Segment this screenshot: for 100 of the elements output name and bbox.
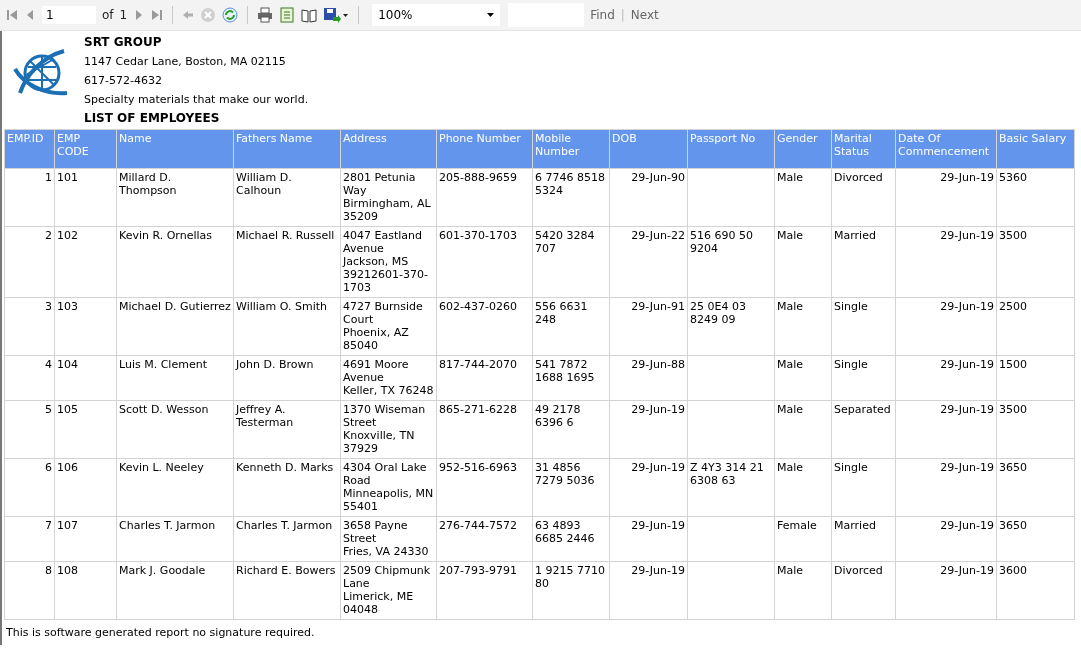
table-cell: 3 — [4, 297, 55, 356]
table-cell: 29-Jun-90 — [609, 168, 688, 227]
table-cell: 3500 — [996, 226, 1075, 298]
table-cell: 1500 — [996, 355, 1075, 401]
column-header: Gender — [774, 129, 832, 169]
table-cell: 7 — [4, 516, 55, 562]
separator-text: | — [620, 8, 625, 22]
table-cell: Male — [774, 355, 832, 401]
column-header: Address — [340, 129, 437, 169]
table-cell: 3650 — [996, 458, 1075, 517]
company-tagline: Specialty materials that make our world. — [84, 92, 309, 108]
table-cell: 601-370-1703 — [436, 226, 533, 298]
table-cell: Kenneth D. Marks — [233, 458, 341, 517]
column-header: Passport No — [687, 129, 775, 169]
first-page-icon[interactable] — [6, 9, 18, 21]
table-cell: 103 — [54, 297, 117, 356]
table-cell: 4047 Eastland Avenue Jackson, MS 39212601-370-1703 — [340, 226, 437, 298]
table-cell: 107 — [54, 516, 117, 562]
table-cell: Female — [774, 516, 832, 562]
table-cell: Single — [831, 355, 896, 401]
table-cell: 102 — [54, 226, 117, 298]
table-cell: 865-271-6228 — [436, 400, 533, 459]
table-cell: 29-Jun-19 — [895, 297, 997, 356]
table-cell: Kevin L. Neeley — [116, 458, 234, 517]
column-header: EMP CODE — [54, 129, 117, 169]
table-cell: 108 — [54, 561, 117, 620]
last-page-icon[interactable] — [151, 9, 164, 21]
column-header: DOB — [609, 129, 688, 169]
page-count: 1 — [119, 8, 128, 22]
table-cell: 3658 Payne Street Fries, VA 24330 — [340, 516, 437, 562]
stop-icon[interactable] — [200, 7, 217, 23]
table-cell: 4 — [4, 355, 55, 401]
table-cell: 29-Jun-19 — [895, 458, 997, 517]
company-name: SRT GROUP — [84, 34, 163, 51]
next-link[interactable]: Next — [630, 8, 659, 22]
table-cell: 29-Jun-19 — [895, 168, 997, 227]
table-cell: 29-Jun-19 — [609, 561, 688, 620]
table-cell: 29-Jun-19 — [895, 561, 997, 620]
table-cell: 49 2178 6396 6 — [532, 400, 610, 459]
table-cell: 4304 Oral Lake Road Minneapolis, MN 55401 — [340, 458, 437, 517]
open-book-icon[interactable] — [301, 7, 318, 23]
table-cell: Male — [774, 226, 832, 298]
table-cell: Male — [774, 168, 832, 227]
printer-icon[interactable] — [257, 7, 274, 23]
company-address: 1147 Cedar Lane, Boston, MA 02115 — [84, 54, 287, 70]
table-cell: 29-Jun-22 — [609, 226, 688, 298]
table-cell: Millard D. Thompson — [116, 168, 234, 227]
table-cell: Male — [774, 458, 832, 517]
table-cell: Male — [774, 400, 832, 459]
table-cell: 29-Jun-19 — [895, 355, 997, 401]
table-cell: 29-Jun-19 — [609, 516, 688, 562]
table-cell: Divorced — [831, 561, 896, 620]
table-cell: Single — [831, 458, 896, 517]
table-cell: Michael R. Russell — [233, 226, 341, 298]
table-cell: 31 4856 7279 5036 — [532, 458, 610, 517]
table-cell: 207-793-9791 — [436, 561, 533, 620]
table-cell: Male — [774, 561, 832, 620]
table-cell: 1370 Wiseman Street Knoxville, TN 37929 — [340, 400, 437, 459]
table-cell: 5 — [4, 400, 55, 459]
table-cell: 29-Jun-91 — [609, 297, 688, 356]
table-cell: 3600 — [996, 561, 1075, 620]
table-cell: Married — [831, 516, 896, 562]
table-cell: 8 — [4, 561, 55, 620]
column-header: Basic Salary — [996, 129, 1075, 169]
table-cell: 205-888-9659 — [436, 168, 533, 227]
table-cell: 556 6631 248 — [532, 297, 610, 356]
table-cell: Charles T. Jarmon — [233, 516, 341, 562]
caret-icon[interactable] — [487, 13, 495, 17]
page-number-field[interactable]: 1 — [42, 6, 96, 24]
table-cell: Married — [831, 226, 896, 298]
refresh-icon[interactable] — [222, 7, 239, 23]
table-cell: 63 4893 6685 2446 — [532, 516, 610, 562]
table-cell: Single — [831, 297, 896, 356]
table-cell: 2509 Chipmunk Lane Limerick, ME 04048 — [340, 561, 437, 620]
column-header: Phone Number — [436, 129, 533, 169]
page-layout-icon[interactable] — [279, 7, 296, 23]
back-arrow-icon[interactable] — [182, 9, 195, 21]
table-cell: Mark J. Goodale — [116, 561, 234, 620]
table-cell: Luis M. Clement — [116, 355, 234, 401]
table-cell: 276-744-7572 — [436, 516, 533, 562]
table-cell: 105 — [54, 400, 117, 459]
table-cell: Jeffrey A. Testerman — [233, 400, 341, 459]
table-cell: Richard E. Bowers — [233, 561, 341, 620]
find-link[interactable]: Find — [590, 8, 615, 22]
table-cell: 106 — [54, 458, 117, 517]
table-cell: 3500 — [996, 400, 1075, 459]
table-cell: 602-437-0260 — [436, 297, 533, 356]
table-cell: Kevin R. Ornellas — [116, 226, 234, 298]
save-export-icon[interactable] — [323, 7, 350, 23]
table-cell: Divorced — [831, 168, 896, 227]
column-header: Marital Status — [831, 129, 896, 169]
table-cell: 2500 — [996, 297, 1075, 356]
table-cell: William D. Calhoun — [233, 168, 341, 227]
table-cell: 2801 Petunia Way Birmingham, AL 35209 — [340, 168, 437, 227]
company-phone: 617-572-4632 — [84, 73, 163, 89]
table-cell: 2 — [4, 226, 55, 298]
table-cell: 6 — [4, 458, 55, 517]
zoom-dropdown[interactable]: 100% — [372, 4, 501, 26]
table-cell: 952-516-6963 — [436, 458, 533, 517]
table-cell: 29-Jun-19 — [609, 458, 688, 517]
